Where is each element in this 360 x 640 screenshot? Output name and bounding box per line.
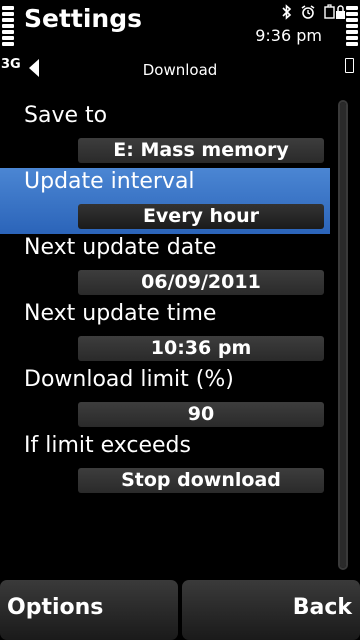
setting-download-limit[interactable]: Download limit (%) 90 (0, 366, 330, 432)
options-softkey-label: Options (7, 595, 104, 620)
setting-value[interactable]: Stop download (78, 468, 324, 493)
clock: 9:36 pm (255, 26, 322, 45)
setting-save-to[interactable]: Save to E: Mass memory (0, 102, 330, 168)
setting-next-update-time[interactable]: Next update time 10:36 pm (0, 300, 330, 366)
status-icons (282, 3, 346, 21)
status-bar: Settings 9:36 pm (0, 0, 360, 54)
scroll-thumb[interactable] (340, 102, 346, 568)
setting-value[interactable]: 90 (78, 402, 324, 427)
setting-label: Next update date (24, 235, 217, 260)
setting-value[interactable]: Every hour (78, 204, 324, 229)
options-softkey[interactable]: Options (0, 580, 178, 640)
scrollbar[interactable] (338, 100, 348, 570)
navi-pane: 3G Download (0, 54, 360, 84)
setting-update-interval[interactable]: Update interval Every hour (0, 168, 330, 234)
setting-label: Update interval (24, 169, 195, 194)
signal-strength-icon (2, 6, 14, 48)
setting-label: Next update time (24, 301, 217, 326)
setting-value[interactable]: E: Mass memory (78, 138, 324, 163)
back-softkey[interactable]: Back (182, 580, 360, 640)
alarm-icon (301, 5, 315, 19)
setting-if-limit-exceeds[interactable]: If limit exceeds Stop download (0, 432, 330, 498)
setting-label: If limit exceeds (24, 433, 191, 458)
setting-label: Save to (24, 103, 108, 128)
navi-title: Download (142, 61, 218, 79)
bluetooth-icon (282, 4, 292, 20)
battery-level-icon (346, 6, 358, 48)
setting-next-update-date[interactable]: Next update date 06/09/2011 (0, 234, 330, 300)
setting-value[interactable]: 06/09/2011 (78, 270, 324, 295)
setting-value[interactable]: 10:36 pm (78, 336, 324, 361)
settings-list: Save to E: Mass memory Update interval E… (0, 102, 330, 498)
battery-icon (345, 58, 354, 73)
setting-label: Download limit (%) (24, 367, 234, 392)
app-title: Settings (24, 4, 143, 33)
sim-lock-icon (324, 4, 345, 19)
back-softkey-label: Back (292, 595, 352, 620)
